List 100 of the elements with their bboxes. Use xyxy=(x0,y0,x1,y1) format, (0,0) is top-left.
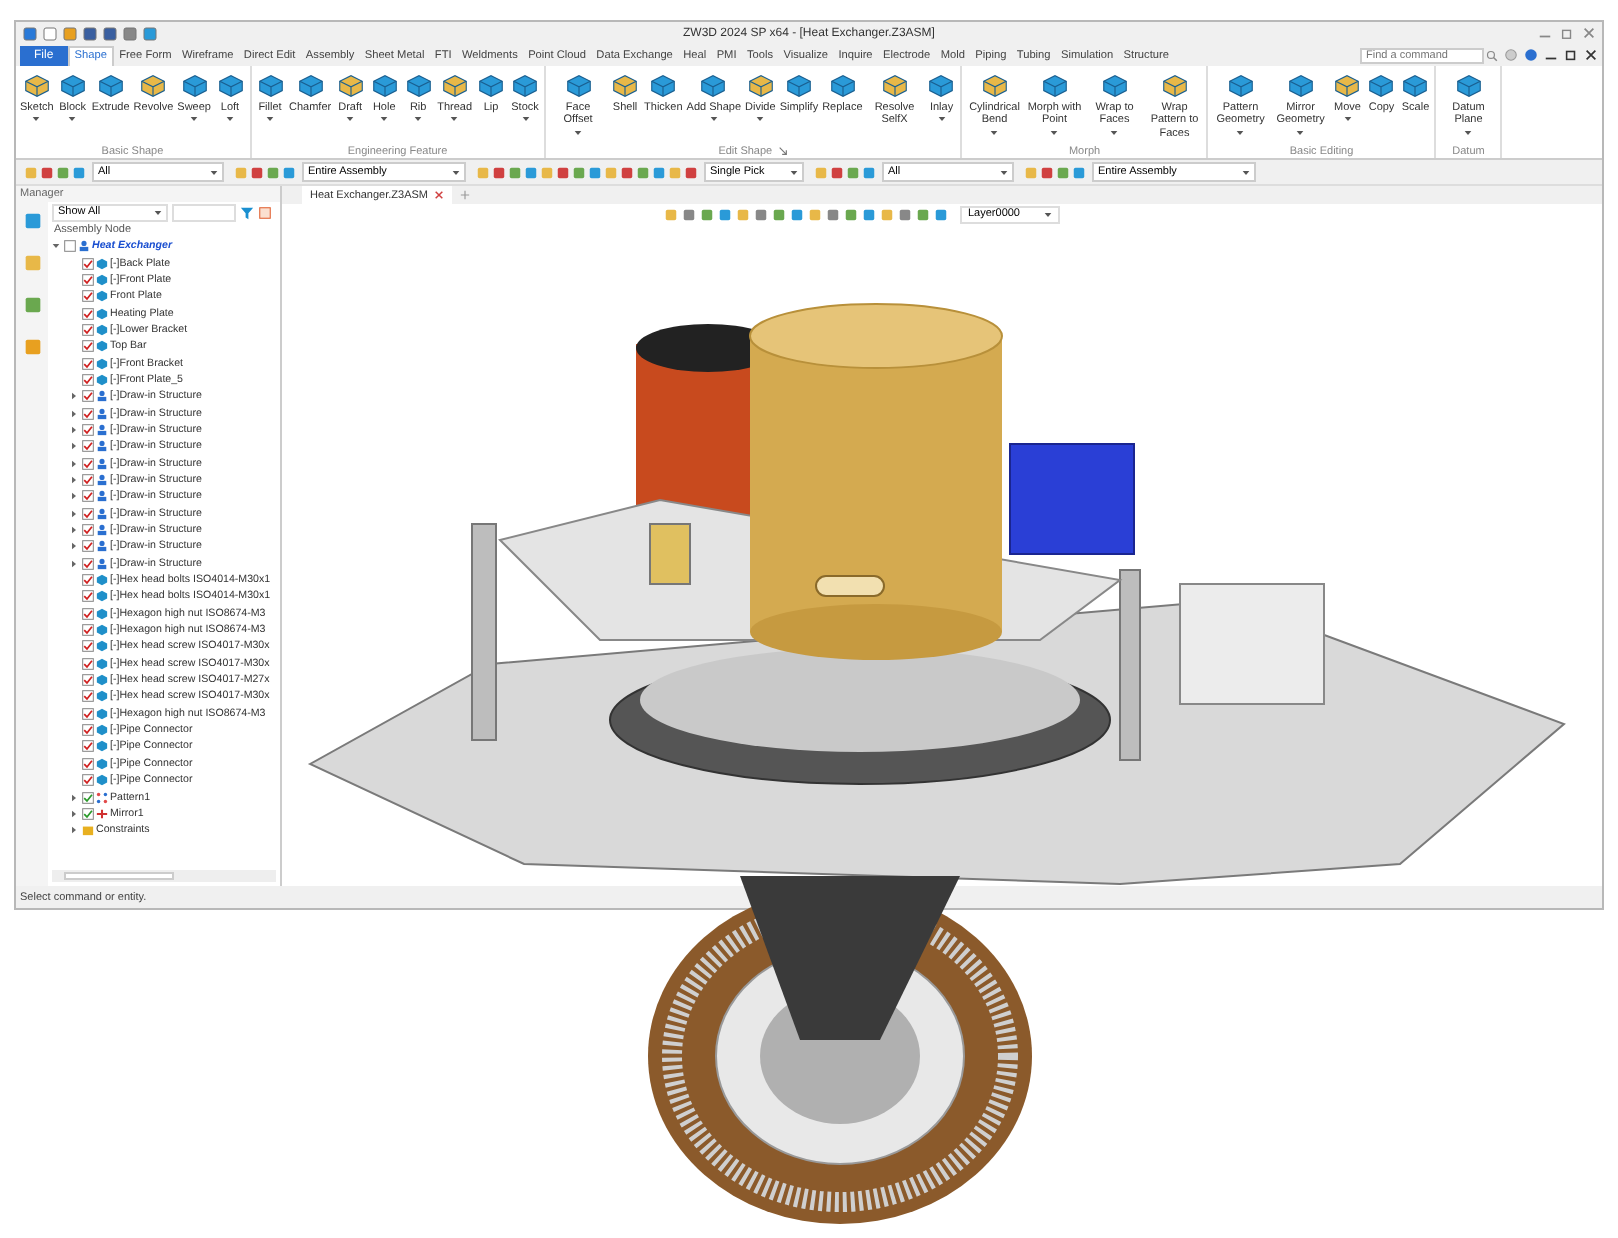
visibility-checkbox[interactable] xyxy=(82,757,94,770)
expand-arrow-icon[interactable] xyxy=(70,425,78,434)
visibility-checkbox[interactable] xyxy=(82,791,94,804)
expand-arrow-icon[interactable] xyxy=(70,459,78,468)
expand-arrow-icon[interactable] xyxy=(70,526,78,535)
shape-tool-icon xyxy=(1225,70,1256,100)
caret-icon xyxy=(1044,211,1052,217)
mirror-icon xyxy=(96,807,108,820)
visibility-checkbox[interactable] xyxy=(82,473,94,486)
caret-icon xyxy=(346,116,355,123)
expand-arrow-icon[interactable] xyxy=(70,442,78,451)
close-icon[interactable] xyxy=(434,190,445,200)
caret-icon xyxy=(574,129,583,136)
assembly-icon xyxy=(78,240,90,253)
expand-arrow-icon[interactable] xyxy=(70,475,78,484)
panel-tab-icon[interactable] xyxy=(21,294,43,316)
shape-tool-icon xyxy=(879,70,910,100)
visibility-checkbox[interactable] xyxy=(82,724,94,737)
pattern-icon xyxy=(96,791,108,804)
close-icon[interactable] xyxy=(1584,48,1598,62)
dialog-launcher-icon[interactable] xyxy=(778,146,789,156)
filter-field[interactable] xyxy=(172,203,236,221)
visibility-checkbox[interactable] xyxy=(82,373,94,386)
caret-icon xyxy=(1050,129,1059,136)
shape-tool-icon xyxy=(57,70,88,100)
shape-tool-icon xyxy=(439,70,470,100)
visibility-checkbox[interactable] xyxy=(82,657,94,670)
shape-tool-icon xyxy=(610,70,641,100)
visibility-checkbox[interactable] xyxy=(82,690,94,703)
panel-tab-icon[interactable] xyxy=(21,210,43,232)
visibility-checkbox[interactable] xyxy=(82,407,94,420)
visibility-checkbox[interactable] xyxy=(82,273,94,286)
caret-icon xyxy=(380,116,389,123)
visibility-checkbox[interactable] xyxy=(82,590,94,603)
shape-tool-icon xyxy=(827,70,858,100)
caret-icon xyxy=(1343,116,1352,123)
visibility-checkbox[interactable] xyxy=(82,490,94,503)
visibility-checkbox[interactable] xyxy=(82,540,94,553)
caret-icon xyxy=(32,116,41,123)
caret-icon xyxy=(190,116,199,123)
visibility-checkbox[interactable] xyxy=(82,740,94,753)
caret-icon xyxy=(68,116,77,123)
visibility-checkbox[interactable] xyxy=(82,423,94,436)
visibility-checkbox[interactable] xyxy=(82,257,94,270)
visibility-checkbox[interactable] xyxy=(82,307,94,320)
visibility-checkbox[interactable] xyxy=(82,674,94,687)
shape-tool-icon xyxy=(1285,70,1316,100)
expand-arrow-icon[interactable] xyxy=(70,509,78,518)
search-icon xyxy=(1486,49,1498,61)
expand-arrow-icon[interactable] xyxy=(70,826,78,835)
caret-icon xyxy=(756,116,765,123)
visibility-checkbox[interactable] xyxy=(82,524,94,537)
shape-tool-icon xyxy=(648,70,679,100)
shape-tool-icon xyxy=(255,70,285,100)
visibility-checkbox[interactable] xyxy=(82,340,94,353)
expand-arrow-icon[interactable] xyxy=(70,809,78,818)
expand-arrow-icon[interactable] xyxy=(70,559,78,568)
shape-tool-icon xyxy=(783,70,814,100)
visibility-checkbox[interactable] xyxy=(82,357,94,370)
visibility-checkbox[interactable] xyxy=(82,574,94,587)
visibility-checkbox[interactable] xyxy=(82,707,94,720)
horizontal-scrollbar[interactable] xyxy=(52,870,276,882)
shape-tool-icon xyxy=(295,70,326,100)
visibility-checkbox[interactable] xyxy=(82,507,94,520)
visibility-checkbox[interactable] xyxy=(82,557,94,570)
visibility-checkbox[interactable] xyxy=(82,440,94,453)
expand-arrow-icon[interactable] xyxy=(70,492,78,501)
expand-arrow-icon[interactable] xyxy=(70,392,78,401)
caret-icon xyxy=(210,169,218,175)
visibility-checkbox[interactable] xyxy=(82,290,94,303)
assembly-icon xyxy=(96,423,108,436)
shape-tool-icon xyxy=(1332,70,1363,100)
assembly-icon xyxy=(96,457,108,470)
expand-arrow-icon[interactable] xyxy=(70,542,78,551)
visibility-checkbox[interactable] xyxy=(82,640,94,653)
visibility-checkbox[interactable] xyxy=(82,624,94,637)
visibility-checkbox[interactable] xyxy=(82,774,94,787)
caret-icon xyxy=(1464,129,1473,136)
filter-icon[interactable] xyxy=(240,205,254,219)
visibility-checkbox[interactable] xyxy=(82,807,94,820)
shape-tool-icon xyxy=(1099,70,1130,100)
expand-arrow-icon[interactable] xyxy=(70,409,78,418)
visibility-checkbox[interactable] xyxy=(82,457,94,470)
shape-tool-icon xyxy=(1453,70,1484,100)
shape-tool-icon xyxy=(21,70,52,100)
caret-icon xyxy=(990,129,999,136)
assembly-icon xyxy=(96,473,108,486)
visibility-checkbox[interactable] xyxy=(64,240,76,253)
assembly-icon xyxy=(96,440,108,453)
shape-tool-icon xyxy=(138,70,169,100)
caret-icon xyxy=(266,116,274,123)
list-options-icon[interactable] xyxy=(258,205,272,219)
expand-arrow-icon[interactable] xyxy=(70,793,78,802)
shape-tool-icon xyxy=(698,70,729,100)
visibility-checkbox[interactable] xyxy=(82,323,94,336)
visibility-checkbox[interactable] xyxy=(82,390,94,403)
visibility-checkbox[interactable] xyxy=(82,607,94,620)
shape-tool-icon xyxy=(369,70,400,100)
shape-tool-icon xyxy=(1400,70,1431,100)
shape-tool-icon xyxy=(335,70,366,100)
